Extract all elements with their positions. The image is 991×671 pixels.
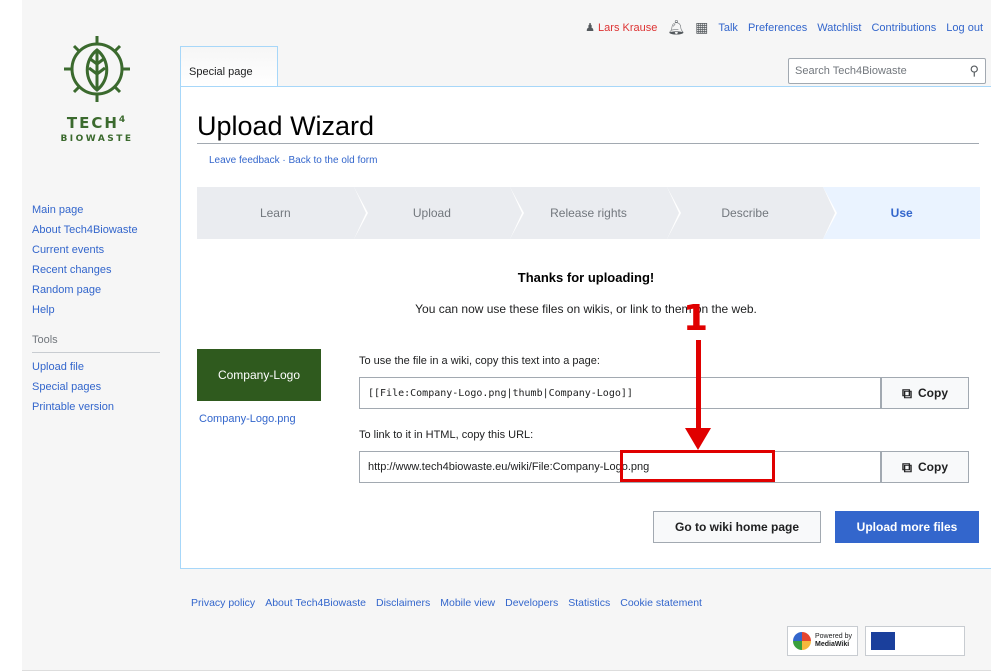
copy-icon: ⧉ <box>902 384 912 401</box>
bell-icon[interactable]: 🔔︎ <box>667 19 685 36</box>
file-thumbnail[interactable]: Company-Logo <box>197 349 321 401</box>
wizard-steps: Learn Upload Release rights Describe Use <box>197 187 980 239</box>
talk-link[interactable]: Talk <box>718 22 738 34</box>
sidebar-item-current-events[interactable]: Current events <box>32 240 160 260</box>
title-divider <box>197 143 979 144</box>
logo-title: TECH4 <box>66 114 128 132</box>
annotation-arrow-head <box>685 428 711 450</box>
footer-badges: Powered by MediaWiki <box>787 626 965 656</box>
footer-disclaimers[interactable]: Disclaimers <box>376 597 430 609</box>
step-upload: Upload <box>353 187 524 239</box>
annotation-arrow-shaft <box>696 340 701 430</box>
wiki-text-label: To use the file in a wiki, copy this tex… <box>359 355 600 367</box>
site-logo[interactable]: TECH4 BIOWASTE <box>28 30 166 160</box>
sidebar-item-random-page[interactable]: Random page <box>32 280 160 300</box>
copy-wiki-button[interactable]: ⧉ Copy <box>881 377 969 409</box>
sidebar-item-main-page[interactable]: Main page <box>32 200 160 220</box>
tools-heading: Tools <box>32 330 160 353</box>
sidebar-item-about[interactable]: About Tech4Biowaste <box>32 220 160 240</box>
footer-cookie[interactable]: Cookie statement <box>620 597 702 609</box>
file-name-link[interactable]: Company-Logo.png <box>199 413 296 425</box>
left-margin <box>0 0 22 671</box>
footer-about[interactable]: About Tech4Biowaste <box>265 597 366 609</box>
footer-privacy[interactable]: Privacy policy <box>191 597 255 609</box>
preferences-link[interactable]: Preferences <box>748 22 807 34</box>
logout-link[interactable]: Log out <box>946 22 983 34</box>
watchlist-link[interactable]: Watchlist <box>817 22 861 34</box>
search-icon[interactable]: ⚲ <box>969 63 979 79</box>
search-input[interactable]: Search Tech4Biowaste <box>795 65 907 77</box>
upload-more-button[interactable]: Upload more files <box>835 511 979 543</box>
step-use: Use <box>823 187 980 239</box>
contributions-link[interactable]: Contributions <box>871 22 936 34</box>
logo-subtitle: BIOWASTE <box>60 134 134 144</box>
sidebar: Main page About Tech4Biowaste Current ev… <box>32 200 160 417</box>
footer-mobile[interactable]: Mobile view <box>440 597 495 609</box>
annotation-highlight-box <box>620 450 775 482</box>
footer-developers[interactable]: Developers <box>505 597 558 609</box>
copy-icon: ⧉ <box>902 458 912 475</box>
sidebar-item-help[interactable]: Help <box>32 300 160 320</box>
personal-tools: ♟ Lars Krause 🔔︎ ▦ Talk Preferences Watc… <box>585 19 983 36</box>
powered-by-mediawiki-badge[interactable]: Powered by MediaWiki <box>787 626 858 656</box>
eu-flag-icon <box>870 632 895 650</box>
wizard-links: Leave feedback · Back to the old form <box>209 155 377 166</box>
html-url-label: To link to it in HTML, copy this URL: <box>359 429 534 441</box>
user-link[interactable]: ♟ Lars Krause <box>585 21 657 35</box>
link-separator: · <box>279 155 289 166</box>
step-describe: Describe <box>666 187 837 239</box>
mediawiki-logo-icon <box>793 632 811 650</box>
footer-links: Privacy policy About Tech4Biowaste Discl… <box>191 597 702 609</box>
content: Upload Wizard Leave feedback · Back to t… <box>180 86 991 569</box>
copy-url-button[interactable]: ⧉ Copy <box>881 451 969 483</box>
notices-tray-icon[interactable]: ▦ <box>695 19 708 36</box>
leave-feedback-link[interactable]: Leave feedback <box>209 155 280 166</box>
go-to-home-button[interactable]: Go to wiki home page <box>653 511 821 543</box>
annotation-number: 1 <box>683 298 709 339</box>
step-learn: Learn <box>197 187 368 239</box>
user-icon: ♟ <box>585 22 596 34</box>
sidebar-item-upload-file[interactable]: Upload file <box>32 357 160 377</box>
sidebar-item-special-pages[interactable]: Special pages <box>32 377 160 397</box>
eu-funding-badge[interactable] <box>864 626 965 656</box>
thanks-subtitle: You can now use these files on wikis, or… <box>415 302 757 316</box>
wiki-text-field[interactable]: [[File:Company-Logo.png|thumb|Company-Lo… <box>359 377 881 409</box>
step-release-rights: Release rights <box>510 187 681 239</box>
gear-leaf-icon <box>64 36 130 102</box>
search-box[interactable]: Search Tech4Biowaste ⚲ <box>788 58 986 84</box>
sidebar-item-printable-version[interactable]: Printable version <box>32 397 160 417</box>
old-form-link[interactable]: Back to the old form <box>289 155 378 166</box>
page-title: Upload Wizard <box>197 111 375 141</box>
tab-special-page[interactable]: Special page <box>180 46 278 86</box>
thanks-heading: Thanks for uploading! <box>517 270 655 285</box>
sidebar-item-recent-changes[interactable]: Recent changes <box>32 260 160 280</box>
footer-statistics[interactable]: Statistics <box>568 597 610 609</box>
